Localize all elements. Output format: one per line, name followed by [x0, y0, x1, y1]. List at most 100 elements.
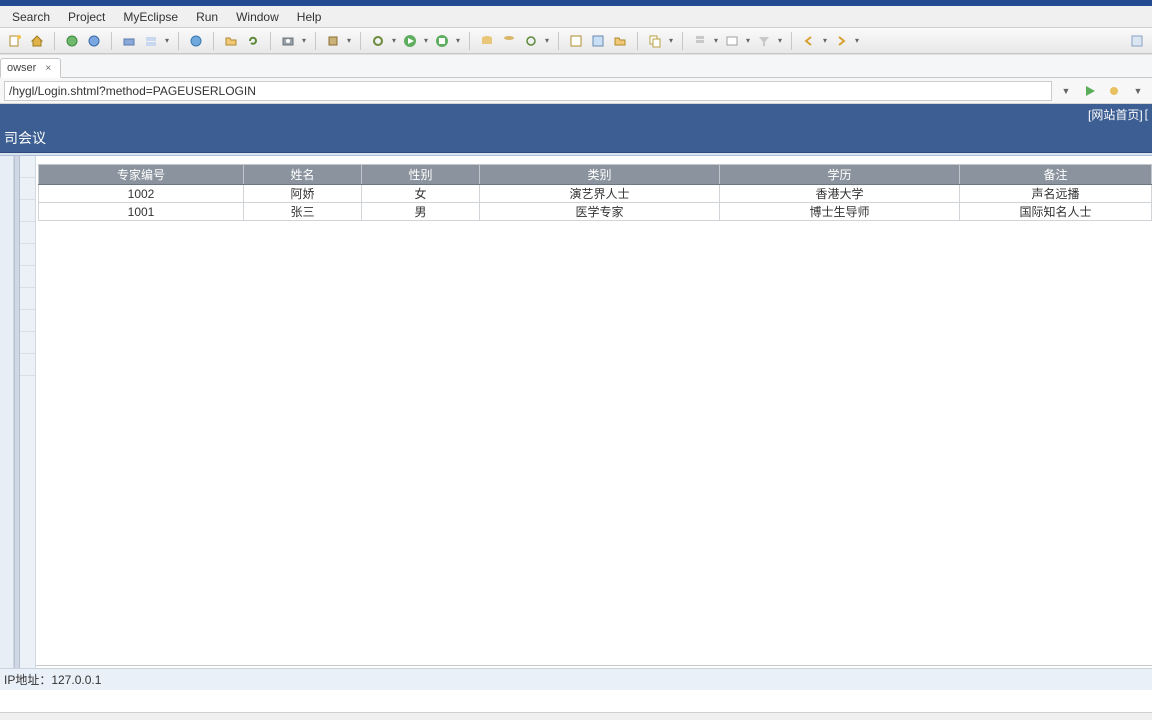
address-menu-dropdown-icon[interactable]: ▼	[1128, 81, 1148, 101]
col-category[interactable]: 类别	[480, 165, 720, 185]
cell-gender: 男	[362, 203, 480, 221]
address-dropdown-icon[interactable]: ▼	[1056, 81, 1076, 101]
toolbar-separator	[558, 32, 559, 50]
menu-myeclipse[interactable]: MyEclipse	[115, 8, 186, 26]
toolbar-play-icon[interactable]	[401, 32, 419, 50]
cell-remark: 声名远播	[960, 185, 1152, 203]
page-statusbar: IP地址：127.0.0.1	[0, 668, 1152, 690]
menu-run[interactable]: Run	[188, 8, 226, 26]
cell-id: 1002	[39, 185, 244, 203]
page-top-strip: [网站首页] [	[0, 104, 1152, 124]
toolbar-filter-icon[interactable]	[755, 32, 773, 50]
table-row[interactable]: 1001 张三 男 医学专家 博士生导师 国际知名人士	[39, 203, 1152, 221]
toolbar-dropdown-icon[interactable]: ▾	[346, 32, 352, 50]
cell-name: 阿娇	[244, 185, 362, 203]
side-row[interactable]	[20, 200, 35, 222]
toolbar-dropdown-icon[interactable]: ▾	[455, 32, 461, 50]
side-row[interactable]	[20, 332, 35, 354]
address-input[interactable]	[4, 81, 1052, 101]
toolbar-new-icon[interactable]	[6, 32, 24, 50]
status-ip: IP地址：127.0.0.1	[4, 671, 101, 688]
toolbar-run-config-icon[interactable]	[433, 32, 451, 50]
toolbar-separator	[54, 32, 55, 50]
toolbar-dropdown-icon[interactable]: ▾	[854, 32, 860, 50]
toolbar-separator	[213, 32, 214, 50]
toolbar-dropdown-icon[interactable]: ▾	[544, 32, 550, 50]
toolbar-globe-icon[interactable]	[187, 32, 205, 50]
link-home[interactable]: [网站首页]	[1088, 106, 1143, 123]
toolbar-separator	[360, 32, 361, 50]
toolbar-dropdown-icon[interactable]: ▾	[301, 32, 307, 50]
close-icon[interactable]: ×	[42, 62, 54, 74]
cell-category: 医学专家	[480, 203, 720, 221]
menu-search[interactable]: Search	[4, 8, 58, 26]
toolbar-dropdown-icon[interactable]: ▾	[423, 32, 429, 50]
side-gutter-outer	[0, 156, 14, 690]
toolbar-task-icon[interactable]	[723, 32, 741, 50]
menu-help[interactable]: Help	[289, 8, 330, 26]
toolbar-separator	[315, 32, 316, 50]
table-row[interactable]: 1002 阿娇 女 演艺界人士 香港大学 声名远播	[39, 185, 1152, 203]
side-row[interactable]	[20, 244, 35, 266]
cell-remark: 国际知名人士	[960, 203, 1152, 221]
menu-project[interactable]: Project	[60, 8, 113, 26]
toolbar-db-icon[interactable]	[478, 32, 496, 50]
col-name[interactable]: 姓名	[244, 165, 362, 185]
toolbar-separator	[270, 32, 271, 50]
toolbar-right-group	[1128, 32, 1146, 50]
side-row[interactable]	[20, 310, 35, 332]
go-button[interactable]	[1080, 81, 1100, 101]
settings-icon[interactable]	[1104, 81, 1124, 101]
col-edu[interactable]: 学历	[720, 165, 960, 185]
side-row[interactable]	[20, 354, 35, 376]
toolbar-server-icon[interactable]	[142, 32, 160, 50]
side-row[interactable]	[20, 288, 35, 310]
toolbar-back-icon[interactable]	[800, 32, 818, 50]
side-row[interactable]	[20, 178, 35, 200]
toolbar-copy-icon[interactable]	[646, 32, 664, 50]
toolbar-dropdown-icon[interactable]: ▾	[391, 32, 397, 50]
toolbar-package-icon[interactable]	[324, 32, 342, 50]
col-remark[interactable]: 备注	[960, 165, 1152, 185]
toolbar-separator	[637, 32, 638, 50]
toolbar-folder-open-icon[interactable]	[222, 32, 240, 50]
toolbar-sync-icon[interactable]	[522, 32, 540, 50]
toolbar-forward-icon[interactable]	[832, 32, 850, 50]
browser-tab-label: owser	[7, 62, 36, 74]
cell-id: 1001	[39, 203, 244, 221]
menu-window[interactable]: Window	[228, 8, 287, 26]
table-header-row: 专家编号 姓名 性别 类别 学历 备注	[39, 165, 1152, 185]
toolbar-open-res-icon[interactable]	[589, 32, 607, 50]
toolbar-dropdown-icon[interactable]: ▾	[668, 32, 674, 50]
cell-edu: 香港大学	[720, 185, 960, 203]
toolbar-dropdown-icon[interactable]: ▾	[822, 32, 828, 50]
expert-table: 专家编号 姓名 性别 类别 学历 备注 1002 阿娇 女 演艺界人士 香港大学	[38, 164, 1152, 221]
toolbar-run-icon[interactable]	[63, 32, 81, 50]
cell-name: 张三	[244, 203, 362, 221]
page-heading: 司会议	[4, 128, 46, 148]
toolbar-deploy-icon[interactable]	[120, 32, 138, 50]
toolbar-folder-icon[interactable]	[611, 32, 629, 50]
toolbar-perspective-icon[interactable]	[1128, 32, 1146, 50]
col-gender[interactable]: 性别	[362, 165, 480, 185]
side-row[interactable]	[20, 222, 35, 244]
toolbar-dropdown-icon[interactable]: ▾	[745, 32, 751, 50]
toolbar-dropdown-icon[interactable]: ▾	[164, 32, 170, 50]
frame-divider	[36, 665, 1152, 666]
toolbar-db-edit-icon[interactable]	[500, 32, 518, 50]
toolbar-camera-icon[interactable]	[279, 32, 297, 50]
toolbar-refresh-icon[interactable]	[244, 32, 262, 50]
toolbar-outline-icon[interactable]	[691, 32, 709, 50]
toolbar-home-icon[interactable]	[28, 32, 46, 50]
browser-tab[interactable]: owser ×	[0, 58, 61, 78]
side-row[interactable]	[20, 266, 35, 288]
toolbar-debug-icon[interactable]	[85, 32, 103, 50]
toolbar-dropdown-icon[interactable]: ▾	[713, 32, 719, 50]
page-main: 专家编号 姓名 性别 类别 学历 备注 1002 阿娇 女 演艺界人士 香港大学	[36, 156, 1152, 690]
side-row[interactable]	[20, 156, 35, 178]
cell-gender: 女	[362, 185, 480, 203]
toolbar-dropdown-icon[interactable]: ▾	[777, 32, 783, 50]
col-id[interactable]: 专家编号	[39, 165, 244, 185]
toolbar-gear-icon[interactable]	[369, 32, 387, 50]
toolbar-open-type-icon[interactable]	[567, 32, 585, 50]
